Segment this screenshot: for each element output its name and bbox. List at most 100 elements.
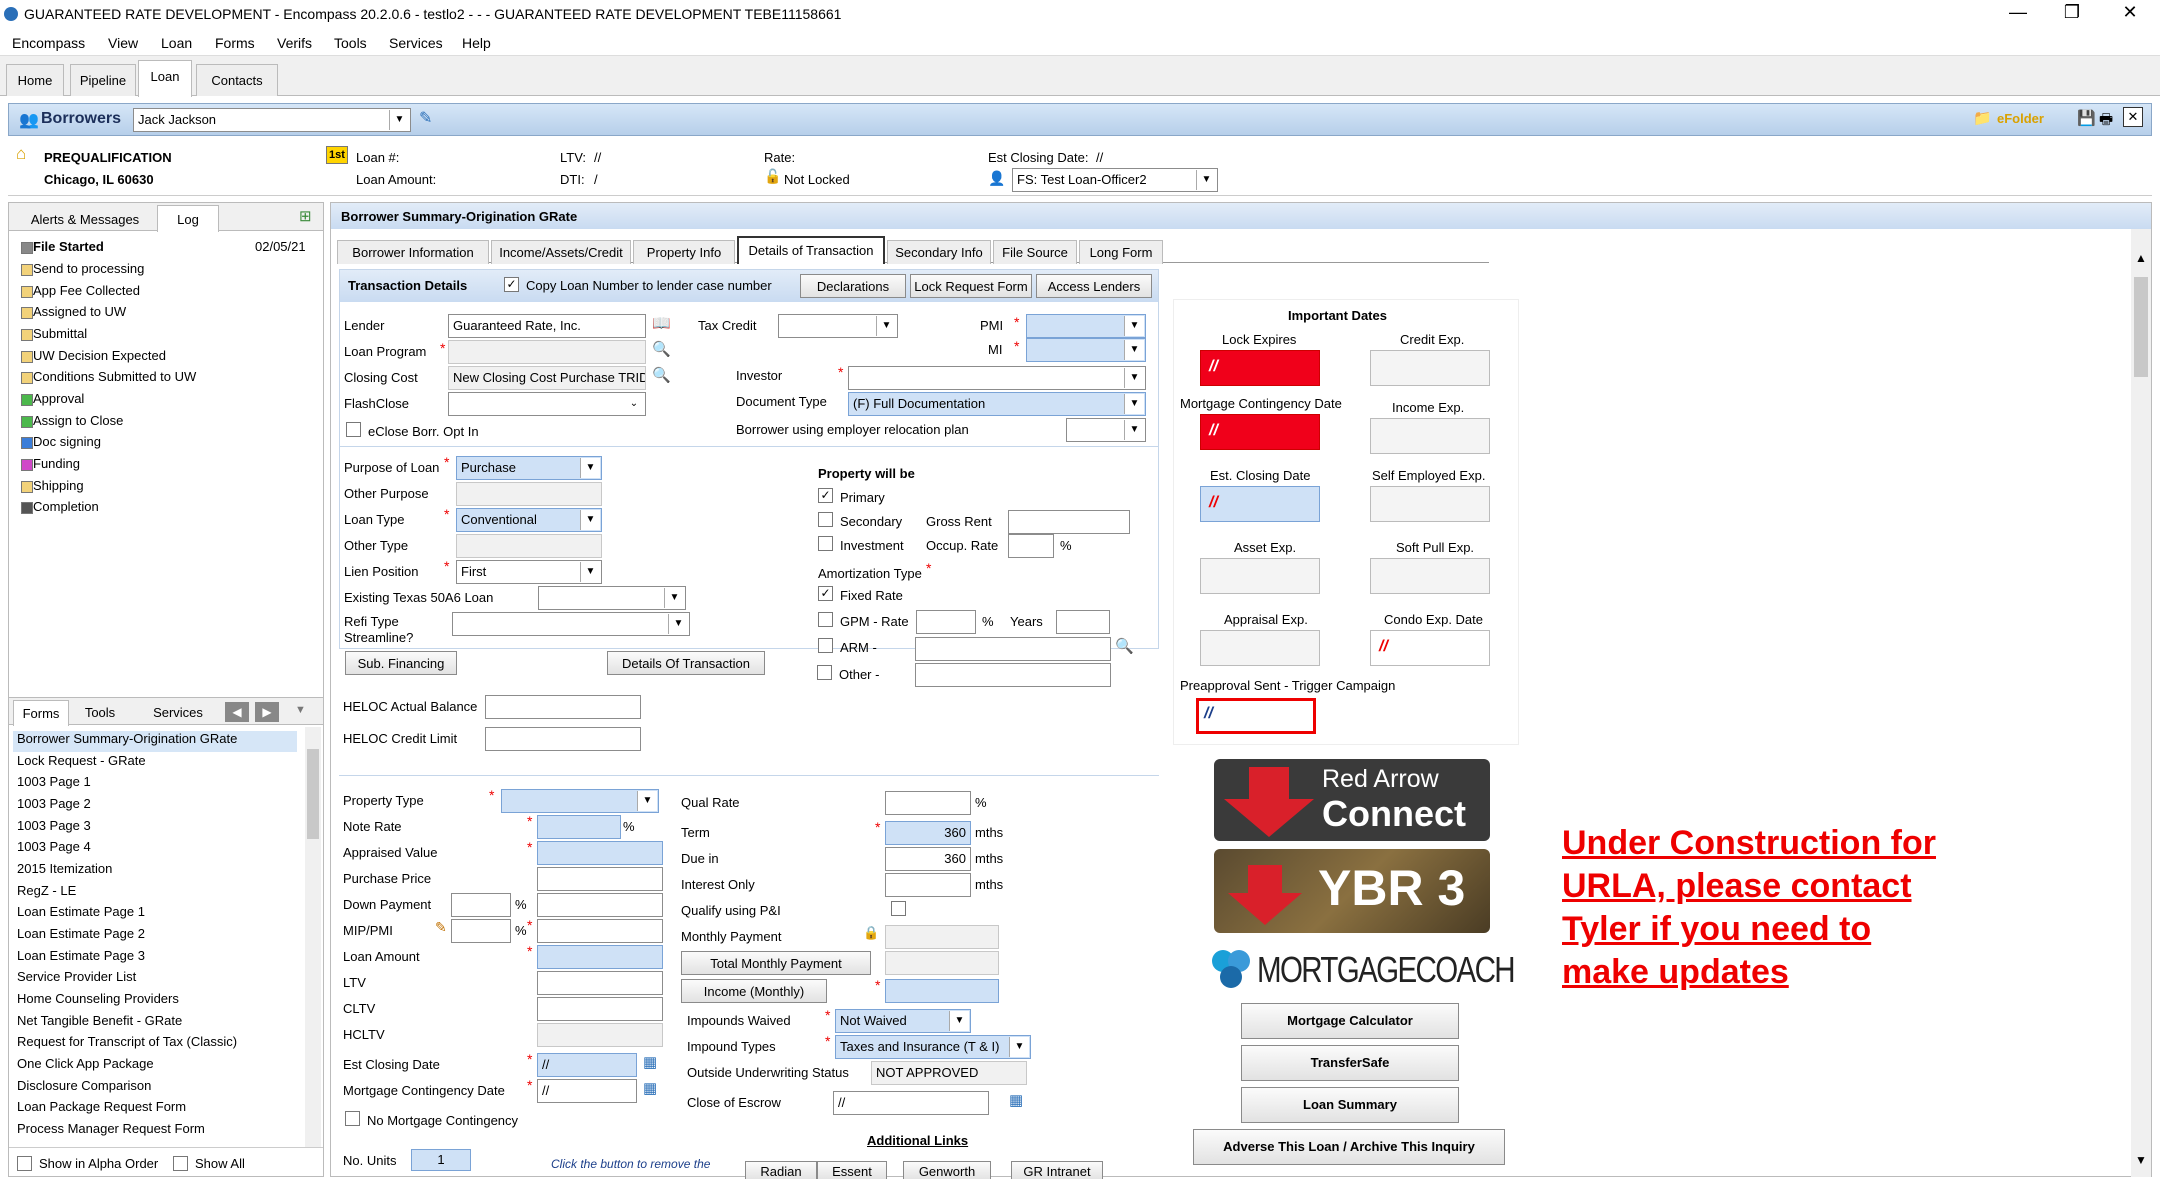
log-item[interactable]: Conditions Submitted to UW	[21, 369, 196, 389]
preapproval-field[interactable]: //	[1196, 698, 1316, 734]
tab-contacts[interactable]: Contacts	[196, 64, 278, 96]
menu-forms[interactable]: Forms	[215, 35, 255, 51]
form-item[interactable]: Home Counseling Providers	[17, 991, 179, 1012]
ltv-field[interactable]	[537, 971, 663, 995]
impound-types-select[interactable]: Taxes and Insurance (T & I) ▼	[835, 1035, 1031, 1059]
form-item[interactable]: Borrower Summary-Origination GRate	[13, 731, 297, 752]
heloc-balance-field[interactable]	[485, 695, 641, 719]
flashclose-select[interactable]: ⌄	[448, 392, 646, 416]
cltv-field[interactable]	[537, 997, 663, 1021]
save-icon[interactable]: 💾	[2077, 109, 2096, 127]
other-amort-field[interactable]	[915, 663, 1111, 687]
texas-50a6-select[interactable]: ▼	[538, 586, 686, 610]
search-icon[interactable]: 🔍	[652, 340, 671, 358]
gpm-checkbox[interactable]	[818, 612, 833, 627]
log-item[interactable]: Doc signing	[21, 434, 101, 454]
edit-icon[interactable]: ✎	[435, 919, 447, 936]
minimize-button[interactable]: —	[1996, 2, 2040, 23]
loan-program-field[interactable]	[448, 340, 646, 364]
monthly-payment-field[interactable]	[885, 925, 999, 949]
menu-verifs[interactable]: Verifs	[277, 35, 312, 51]
appraised-value-field[interactable]	[537, 841, 663, 865]
fixed-rate-checkbox[interactable]: ✓	[818, 586, 833, 601]
occupancy-rate-field[interactable]	[1008, 534, 1054, 558]
restore-button[interactable]: ❐	[2050, 2, 2094, 23]
purpose-select[interactable]: Purchase ▼	[456, 456, 602, 480]
relocation-select[interactable]: ▼	[1066, 418, 1146, 442]
mortgage-coach-banner[interactable]: MORTGAGECOACH	[1199, 941, 1516, 997]
arrow-right-icon[interactable]: ▶	[255, 702, 279, 722]
ybr3-banner[interactable]: YBR 3	[1214, 849, 1490, 933]
form-item[interactable]: 1003 Page 2	[17, 796, 91, 817]
essent-button[interactable]: Essent	[817, 1161, 887, 1179]
investor-select[interactable]: ▼	[848, 366, 1146, 390]
income-exp-field[interactable]	[1370, 418, 1490, 454]
subtab-details-transaction[interactable]: Details of Transaction	[737, 236, 885, 264]
log-item[interactable]: Assign to Close	[21, 413, 123, 433]
investment-checkbox[interactable]	[818, 536, 833, 551]
subtab-file-source[interactable]: File Source	[993, 240, 1077, 264]
forms-scrollbar[interactable]	[305, 727, 321, 1147]
form-item[interactable]: Disclosure Comparison	[17, 1078, 151, 1099]
no-mortgage-contingency-checkbox[interactable]	[345, 1111, 360, 1126]
total-monthly-payment-button[interactable]: Total Monthly Payment	[681, 951, 871, 975]
subtab-income-assets[interactable]: Income/Assets/Credit	[491, 240, 631, 264]
asset-exp-field[interactable]	[1200, 558, 1320, 594]
log-item[interactable]: App Fee Collected	[21, 283, 140, 303]
est-closing-date-field-2[interactable]: //	[1200, 486, 1320, 522]
tab-tools[interactable]: Tools	[75, 705, 125, 720]
red-arrow-connect-banner[interactable]: Red Arrow Connect	[1214, 759, 1490, 841]
copy-loan-checkbox[interactable]: ✓	[504, 277, 519, 292]
form-item[interactable]: RegZ - LE	[17, 883, 76, 904]
menu-tools[interactable]: Tools	[334, 35, 367, 51]
calendar-icon[interactable]: ▦	[643, 1079, 657, 1097]
log-item[interactable]: Approval	[21, 391, 84, 411]
credit-exp-field[interactable]	[1370, 350, 1490, 386]
lock-expires-field[interactable]: //	[1200, 350, 1320, 386]
subtab-secondary-info[interactable]: Secondary Info	[887, 240, 991, 264]
secondary-checkbox[interactable]	[818, 512, 833, 527]
gpm-years-field[interactable]	[1056, 610, 1110, 634]
chevron-down-icon[interactable]: ▼	[2135, 1153, 2147, 1167]
tab-services[interactable]: Services	[143, 705, 213, 720]
lien-position-select[interactable]: First ▼	[456, 560, 602, 584]
lock-request-form-button[interactable]: Lock Request Form	[910, 274, 1032, 298]
genworth-button[interactable]: Genworth	[903, 1161, 991, 1179]
primary-checkbox[interactable]: ✓	[818, 488, 833, 503]
close-of-escrow-field[interactable]: //	[833, 1091, 989, 1115]
log-item[interactable]: UW Decision Expected	[21, 348, 166, 368]
borrower-select[interactable]: Jack Jackson ▼	[133, 108, 411, 132]
subtab-long-form[interactable]: Long Form	[1079, 240, 1163, 264]
qualify-pi-checkbox[interactable]	[891, 901, 906, 916]
total-monthly-field[interactable]	[885, 951, 999, 975]
lender-field[interactable]: Guaranteed Rate, Inc.	[448, 314, 646, 338]
income-monthly-button[interactable]: Income (Monthly)	[681, 979, 827, 1003]
print-icon[interactable]: 🖶	[2099, 109, 2113, 134]
edit-icon[interactable]: ✎	[419, 108, 432, 128]
interest-only-field[interactable]	[885, 873, 971, 897]
chevron-up-icon[interactable]: ▲	[2135, 251, 2147, 265]
uw-status-field[interactable]: NOT APPROVED	[871, 1061, 1027, 1085]
down-payment-field[interactable]	[537, 893, 663, 917]
details-of-transaction-button[interactable]: Details Of Transaction	[607, 651, 765, 675]
loan-summary-button[interactable]: Loan Summary	[1241, 1087, 1459, 1123]
folder-icon[interactable]: 📁	[1973, 109, 1992, 127]
closing-cost-field[interactable]: New Closing Cost Purchase TRID	[448, 366, 646, 390]
menu-help[interactable]: Help	[462, 35, 491, 51]
form-item[interactable]: 1003 Page 4	[17, 839, 91, 860]
scrollbar-thumb[interactable]	[307, 749, 319, 839]
form-item[interactable]: Lock Request - GRate	[17, 753, 146, 774]
form-item[interactable]: 2015 Itemization	[17, 861, 112, 882]
menu-services[interactable]: Services	[389, 35, 443, 51]
loan-officer-select[interactable]: FS: Test Loan-Officer2 ▼	[1012, 168, 1218, 192]
other-type-field[interactable]	[456, 534, 602, 558]
lock-icon[interactable]: 🔒	[863, 925, 879, 941]
search-icon[interactable]: 🔍	[1115, 637, 1134, 655]
other-purpose-field[interactable]	[456, 482, 602, 506]
sub-financing-button[interactable]: Sub. Financing	[345, 651, 457, 675]
mortgage-contingency-date-field[interactable]: //	[1200, 414, 1320, 450]
appraisal-exp-field[interactable]	[1200, 630, 1320, 666]
show-all-checkbox[interactable]	[173, 1156, 188, 1171]
arrow-left-icon[interactable]: ◀	[225, 702, 249, 722]
refi-type-select[interactable]: ▼	[452, 612, 690, 636]
